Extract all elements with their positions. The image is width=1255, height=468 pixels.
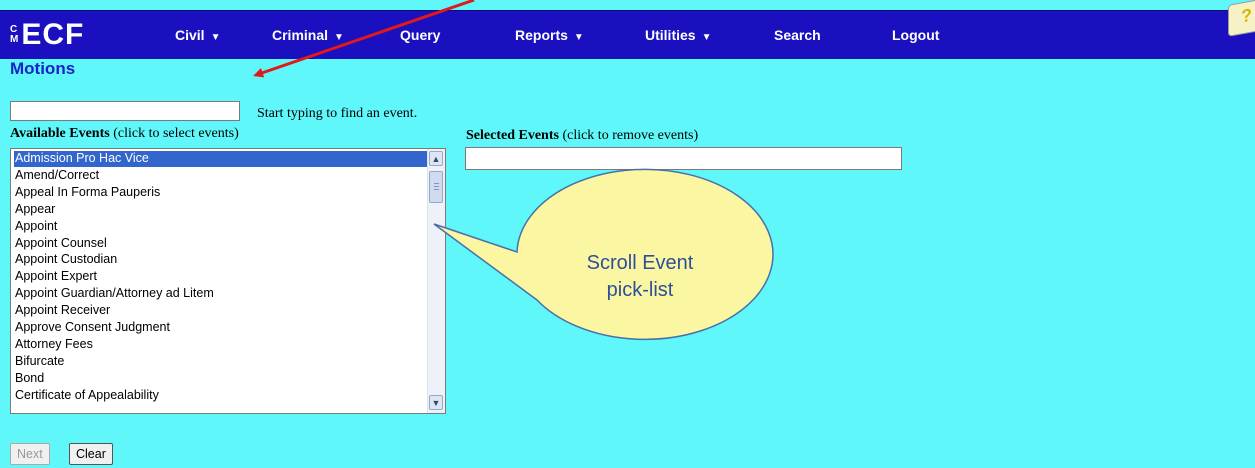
list-item[interactable]: Attorney Fees — [14, 337, 427, 353]
chevron-down-icon: ▼ — [573, 32, 584, 43]
list-item[interactable]: Appoint Counsel — [14, 236, 427, 252]
list-item[interactable]: Bifurcate — [14, 354, 427, 370]
event-search-hint: Start typing to find an event. — [257, 106, 418, 121]
page-title: Motions — [10, 59, 76, 78]
logo-prefix: CM — [10, 24, 20, 45]
nav-reports[interactable]: Reports ▼ — [515, 26, 584, 47]
nav-utilities[interactable]: Utilities ▼ — [645, 26, 711, 47]
selected-events-box[interactable] — [465, 147, 902, 170]
nav-query[interactable]: Query — [400, 26, 440, 44]
available-events-label: Available Events (click to select events… — [10, 126, 239, 141]
list-item[interactable]: Appoint Guardian/Attorney ad Litem — [14, 286, 427, 302]
list-item[interactable]: Appoint Expert — [14, 269, 427, 285]
list-item[interactable]: Appeal In Forma Pauperis — [14, 185, 427, 201]
scroll-down-icon[interactable]: ▼ — [429, 395, 443, 410]
callout-text: Scroll Event pick-list — [586, 252, 694, 301]
selected-events-label: Selected Events (click to remove events) — [466, 128, 699, 143]
next-button[interactable]: Next — [10, 443, 50, 465]
available-events-list[interactable]: Admission Pro Hac Vice Amend/Correct Appea… — [10, 148, 446, 414]
cmecf-logo: CM ECF — [10, 17, 84, 53]
top-navbar: CM ECF Civil ▼ Criminal ▼ Query Reports ▼ U… — [0, 10, 1255, 59]
list-scrollbar[interactable]: ▲ ▼ — [427, 149, 445, 413]
help-icon[interactable]: ? — [1228, 0, 1255, 37]
list-item[interactable]: Bond — [14, 371, 427, 387]
list-item[interactable]: Appear — [14, 202, 427, 218]
scroll-thumb[interactable] — [429, 171, 443, 203]
list-item[interactable]: Approve Consent Judgment — [14, 320, 427, 336]
logo-text: ECF — [21, 18, 85, 51]
list-item[interactable]: Appoint — [14, 219, 427, 235]
list-item[interactable]: Appoint Receiver — [14, 303, 427, 319]
nav-civil[interactable]: Civil ▼ — [175, 26, 220, 47]
chevron-down-icon: ▼ — [701, 32, 712, 43]
nav-criminal[interactable]: Criminal ▼ — [272, 26, 344, 47]
clear-button[interactable]: Clear — [69, 443, 113, 465]
list-item[interactable]: Certificate of Appealability — [14, 388, 427, 404]
event-search-input[interactable] — [10, 101, 240, 121]
scroll-up-icon[interactable]: ▲ — [429, 151, 443, 166]
chevron-down-icon: ▼ — [334, 32, 344, 43]
list-item[interactable]: Admission Pro Hac Vice — [14, 151, 427, 167]
chevron-down-icon: ▼ — [210, 32, 221, 43]
nav-search[interactable]: Search — [774, 26, 821, 44]
list-item[interactable]: Amend/Correct — [14, 168, 427, 184]
list-item[interactable]: Appoint Custodian — [14, 252, 427, 268]
nav-logout[interactable]: Logout — [892, 26, 939, 44]
